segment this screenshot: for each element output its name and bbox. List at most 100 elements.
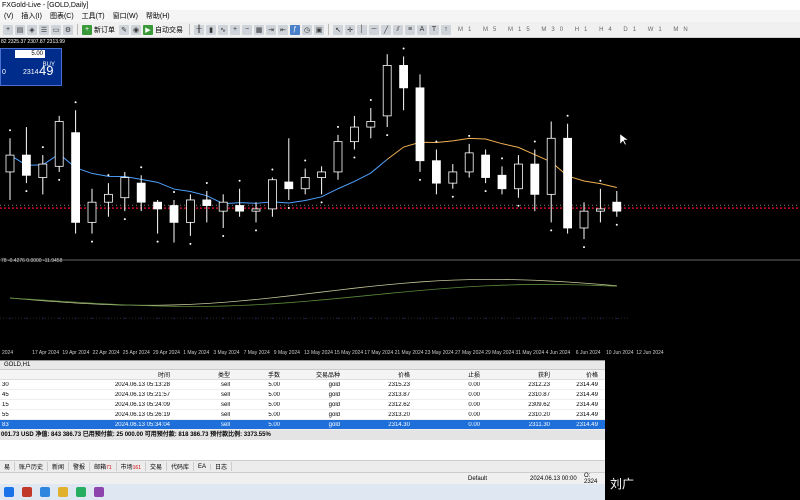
trendline-icon[interactable]: ╱ (381, 24, 391, 35)
timeframe-d1[interactable]: D1 (623, 27, 641, 33)
psar-dot (583, 246, 585, 249)
timeframe-m1[interactable]: M1 (458, 27, 476, 33)
tab-5[interactable]: 市场161 (117, 462, 146, 471)
chart-shift-icon[interactable]: ⇤ (278, 24, 288, 35)
menu-tools[interactable]: 工具(T) (78, 11, 109, 21)
new-order-icon[interactable]: + (82, 24, 92, 35)
chat-icon[interactable] (76, 487, 86, 497)
table-row[interactable]: 30 2024.06.13 05:13:28 sell 5.00 gold 2315.23… (0, 380, 605, 390)
menu-charts[interactable]: 图表(C) (46, 11, 78, 21)
menu-help[interactable]: 帮助(H) (142, 11, 174, 21)
tab-9[interactable]: 日志 (211, 462, 233, 471)
tab-6[interactable]: 交易 (146, 462, 168, 471)
browser-icon[interactable] (40, 487, 50, 497)
timeframe-h1[interactable]: H1 (575, 27, 593, 33)
buy-price-big[interactable]: 49 (39, 63, 53, 78)
horizontal-line-icon[interactable]: ─ (369, 24, 379, 35)
toolbar-separator (328, 24, 329, 35)
table-row[interactable]: 83 2024.06.13 05:34:04 sell 5.00 gold 2314.30… (0, 420, 605, 430)
price-chart[interactable]: 82 2325.37 2307.87 2313.99 78 -0.4276 0.… (0, 38, 800, 360)
folder-icon[interactable] (58, 487, 68, 497)
metaeditor-icon[interactable]: ✎ (119, 24, 129, 35)
label-icon[interactable]: T (429, 24, 439, 35)
profiles-icon[interactable]: ▤ (15, 24, 25, 35)
cell-time: 2024.06.13 05:24:09 (114, 401, 170, 408)
col-price[interactable]: 价格 (340, 370, 410, 379)
channel-icon[interactable]: ⫽ (393, 24, 403, 35)
tab-2[interactable]: 新闻 (48, 462, 70, 471)
lots-input[interactable]: 5.00 (15, 50, 45, 58)
cell-price: 2314.30 (388, 421, 410, 428)
terminal-icon[interactable]: ▭ (51, 24, 61, 35)
timeframe-m5[interactable]: M5 (483, 27, 501, 33)
arrows-icon[interactable]: ↑ (441, 24, 451, 35)
timeframe-mn[interactable]: MN (673, 27, 692, 33)
oscillator-bar (583, 318, 585, 319)
text-icon[interactable]: A (417, 24, 427, 35)
col-symbol[interactable]: 交易品种 (280, 370, 340, 379)
tab-1[interactable]: 账户历史 (15, 462, 49, 471)
account-balance-row: 001.73 USD 净值: 843 386.73 已用预付款: 25 000.… (0, 430, 605, 440)
tester-icon[interactable]: ⚙ (63, 24, 73, 35)
status-datetime: 2024.06.13 00:00 (530, 475, 577, 482)
bar-chart-icon[interactable]: ╫ (194, 24, 204, 35)
crosshair-icon[interactable]: ✛ (345, 24, 355, 35)
market-watch-icon[interactable]: ◈ (27, 24, 37, 35)
tile-windows-icon[interactable]: ▦ (254, 24, 264, 35)
navigator-icon[interactable]: ☰ (39, 24, 49, 35)
tab-badge: 161 (132, 465, 141, 471)
tab-0[interactable]: 易 (0, 462, 16, 471)
autoscroll-icon[interactable]: ⇥ (266, 24, 276, 35)
cell-type: sell (220, 391, 230, 398)
indicators-icon[interactable]: ƒ (290, 24, 300, 35)
timeframe-m30[interactable]: M30 (541, 27, 568, 33)
start-icon[interactable] (4, 487, 14, 497)
timeframe-h4[interactable]: H4 (599, 27, 617, 33)
new-chart-icon[interactable]: + (3, 24, 13, 35)
cursor-icon[interactable]: ↖ (333, 24, 343, 35)
periods-icon[interactable]: ◷ (302, 24, 312, 35)
candle-chart-icon[interactable]: ▮ (206, 24, 216, 35)
line-chart-icon[interactable]: ∿ (218, 24, 228, 35)
table-row[interactable]: 15 2024.06.13 05:24:09 sell 5.00 gold 2312.62… (0, 400, 605, 410)
date-tick-label: 1 May 2024 (183, 350, 210, 356)
tab-8[interactable]: EA (194, 463, 212, 470)
oscillator-bar (320, 318, 323, 319)
menu-insert[interactable]: 插入(I) (17, 11, 46, 21)
candle-body (267, 179, 277, 210)
signals-icon[interactable]: ◉ (131, 24, 141, 35)
menu-window[interactable]: 窗口(W) (109, 11, 142, 21)
vertical-line-icon[interactable]: │ (357, 24, 367, 35)
col-type[interactable]: 类型 (170, 370, 230, 379)
candle-body (497, 174, 507, 190)
buy-price-small[interactable]: 2314 (23, 69, 39, 76)
tab-7[interactable]: 代码库 (167, 462, 195, 471)
cell-lots: 5.00 (268, 381, 280, 388)
timeframe-m15[interactable]: M15 (508, 27, 535, 33)
zoom-out-icon[interactable]: − (242, 24, 252, 35)
templates-icon[interactable]: ▣ (314, 24, 324, 35)
auto-trade-button[interactable]: 自动交易 (155, 25, 183, 35)
col-time[interactable]: 时间 (50, 370, 170, 379)
candle-body (333, 141, 343, 173)
app-icon[interactable] (22, 487, 32, 497)
new-order-button[interactable]: 新订单 (94, 25, 115, 35)
zoom-in-icon[interactable]: + (230, 24, 240, 35)
table-row[interactable]: 55 2024.06.13 05:26:19 sell 5.00 gold 2313.20… (0, 410, 605, 420)
table-row[interactable]: 45 2024.06.13 05:21:57 sell 5.00 gold 2313.87… (0, 390, 605, 400)
auto-trade-icon[interactable]: ▶ (143, 24, 153, 35)
col-sl[interactable]: 止损 (410, 370, 480, 379)
col-tp[interactable]: 获利 (480, 370, 550, 379)
tab-4[interactable]: 邮箱71 (90, 462, 117, 471)
tab-3[interactable]: 警报 (69, 462, 91, 471)
terminal-panel: GOLD,H1 时间 类型 手数 交易品种 价格 止损 获利 价格 30 2024… (0, 360, 605, 472)
candle-body (104, 193, 113, 203)
media-icon[interactable] (94, 487, 104, 497)
menu-view[interactable]: (V) (0, 13, 17, 20)
fibonacci-icon[interactable]: ≡ (405, 24, 415, 35)
psar-dot (599, 179, 602, 182)
timeframe-w1[interactable]: W1 (648, 27, 667, 33)
col-current-price[interactable]: 价格 (550, 370, 600, 379)
sell-price[interactable]: 0 (2, 69, 6, 76)
col-lots[interactable]: 手数 (230, 370, 280, 379)
